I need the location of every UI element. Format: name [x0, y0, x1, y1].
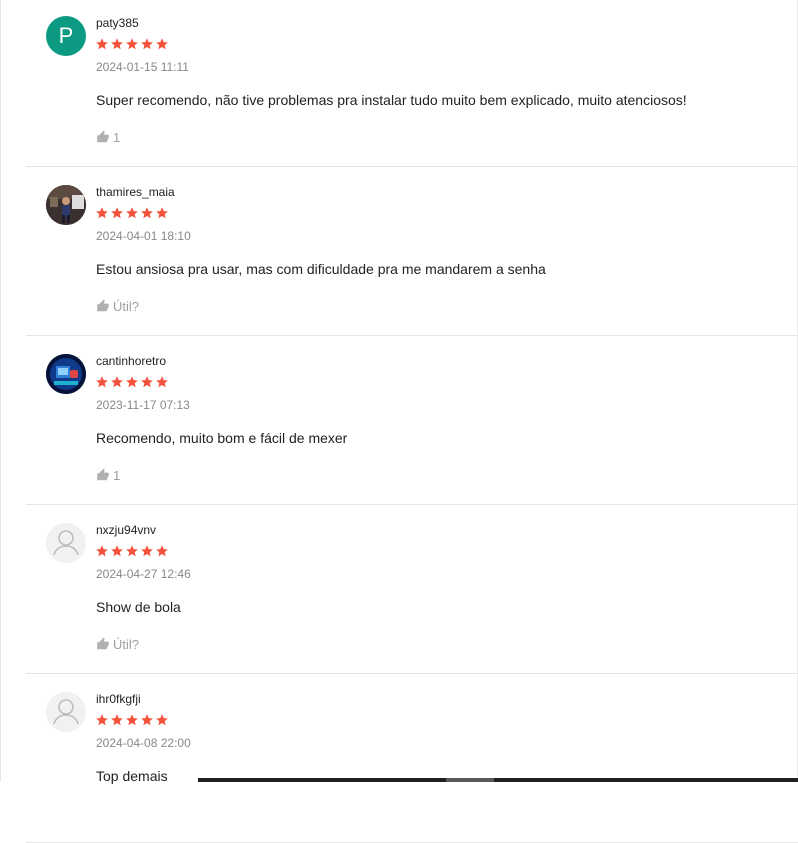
review-username[interactable]: nxzju94vnv: [96, 523, 156, 537]
rating-stars: [95, 375, 169, 389]
star-icon: [140, 206, 154, 220]
rating-stars: [95, 37, 169, 51]
review-date: 2024-04-27 12:46: [96, 567, 191, 581]
star-icon: [95, 544, 109, 558]
thumbs-up-icon: [96, 468, 110, 482]
avatar[interactable]: [46, 185, 86, 225]
star-icon: [155, 37, 169, 51]
left-border: [0, 0, 1, 782]
star-icon: [155, 206, 169, 220]
review-item: cantinhoretro 2023-11-17 07:13 Recomendo, …: [26, 336, 798, 505]
star-icon: [155, 544, 169, 558]
helpful-count: Útil?: [113, 636, 140, 652]
review-item: thamires_maia 2024-04-01 18:10 Estou ansio…: [26, 167, 798, 336]
star-icon: [95, 375, 109, 389]
rating-stars: [95, 713, 169, 727]
star-icon: [110, 375, 124, 389]
review-username[interactable]: paty385: [96, 16, 139, 30]
avatar[interactable]: [46, 354, 86, 394]
avatar[interactable]: [46, 692, 86, 732]
thumbs-up-icon: [96, 637, 110, 651]
star-icon: [125, 544, 139, 558]
star-icon: [110, 206, 124, 220]
review-username[interactable]: ihr0fkgfji: [96, 692, 141, 706]
rating-stars: [95, 206, 169, 220]
star-icon: [110, 544, 124, 558]
star-icon: [110, 713, 124, 727]
star-icon: [95, 206, 109, 220]
helpful-count: 1: [113, 129, 121, 145]
star-icon: [95, 713, 109, 727]
star-icon: [155, 713, 169, 727]
user-icon: [46, 530, 86, 563]
star-icon: [110, 37, 124, 51]
review-date: 2024-04-08 22:00: [96, 736, 191, 750]
star-icon: [140, 37, 154, 51]
star-icon: [140, 713, 154, 727]
star-icon: [140, 544, 154, 558]
helpful-button[interactable]: Útil?: [96, 298, 139, 314]
avatar[interactable]: P: [46, 16, 86, 56]
rating-stars: [95, 544, 169, 558]
helpful-button[interactable]: 1: [96, 129, 120, 145]
thumbs-up-icon: [96, 130, 110, 144]
review-text: Estou ansiosa pra usar, mas com dificuld…: [96, 261, 546, 277]
scrollbar-thumb[interactable]: [446, 778, 494, 782]
review-date: 2024-04-01 18:10: [96, 229, 191, 243]
review-text: Recomendo, muito bom e fácil de mexer: [96, 430, 348, 446]
helpful-button[interactable]: Útil?: [96, 636, 139, 652]
star-icon: [125, 206, 139, 220]
star-icon: [125, 713, 139, 727]
user-icon: [46, 699, 86, 732]
helpful-count: 1: [113, 467, 121, 483]
star-icon: [125, 37, 139, 51]
thumbs-up-icon: [96, 299, 110, 313]
review-item: ihr0fkgfji 2024-04-08 22:00 Top demais: [26, 674, 798, 843]
review-item: nxzju94vnv 2024-04-27 12:46 Show de bola Út…: [26, 505, 798, 674]
helpful-button[interactable]: 1: [96, 467, 120, 483]
review-date: 2023-11-17 07:13: [96, 398, 190, 412]
star-icon: [125, 375, 139, 389]
review-text: Show de bola: [96, 599, 181, 615]
horizontal-scrollbar[interactable]: [198, 778, 798, 782]
avatar[interactable]: [46, 523, 86, 563]
review-username[interactable]: cantinhoretro: [96, 354, 166, 368]
review-item: Ppaty385 2024-01-15 11:11 Super recomendo,…: [26, 0, 798, 167]
star-icon: [95, 37, 109, 51]
helpful-count: Útil?: [113, 298, 140, 314]
review-text: Super recomendo, não tive problemas pra …: [96, 92, 687, 108]
star-icon: [140, 375, 154, 389]
star-icon: [155, 375, 169, 389]
review-date: 2024-01-15 11:11: [96, 60, 189, 74]
review-username[interactable]: thamires_maia: [96, 185, 175, 199]
